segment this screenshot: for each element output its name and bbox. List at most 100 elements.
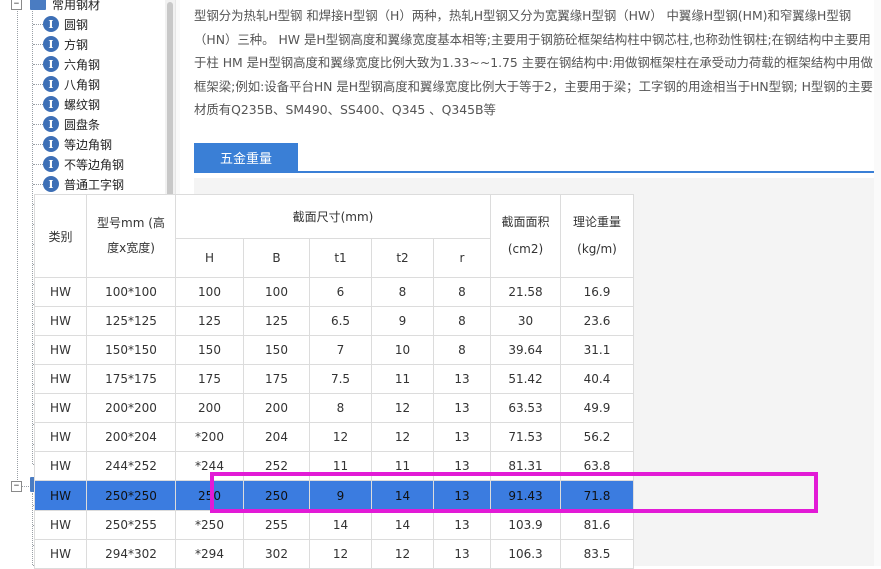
table-cell: 8 (433, 306, 491, 336)
table-cell: *250 (175, 510, 244, 540)
tree-item-label: 不等边角钢 (64, 157, 125, 172)
table-cell: 13 (433, 510, 491, 540)
table-cell: 125 (175, 306, 244, 336)
info-i-icon: I (43, 56, 59, 72)
table-cell: HW (34, 510, 87, 540)
tree-item-1[interactable]: I 方钢 (43, 34, 88, 54)
header-category: 类别 (34, 194, 87, 278)
table-cell: 13 (433, 364, 491, 394)
tree-guide-line (32, 4, 33, 464)
table-cell: 8 (433, 277, 491, 307)
table-cell: 175*175 (86, 364, 176, 394)
table-cell: 21.58 (490, 277, 561, 307)
tree-item-4[interactable]: I 螺纹钢 (43, 94, 100, 114)
tree-item-label: 圆钢 (64, 17, 89, 32)
info-i-icon: I (43, 176, 59, 192)
header-sub-0: H (175, 238, 244, 278)
page-scrollbar[interactable] (874, 0, 881, 566)
intro-paragraph: 型钢分为热轧H型钢 和焊接H型钢（H）两种，热轧H型钢又分为宽翼缘H型钢（HW）… (194, 8, 873, 117)
table-cell: 244*252 (86, 451, 176, 481)
tree-item-8[interactable]: I 普通工字钢 (43, 174, 124, 194)
tree-item-label: 方钢 (64, 37, 89, 52)
table-cell: 7.5 (309, 364, 372, 394)
info-i-icon: I (43, 116, 59, 132)
table-cell: 13 (433, 422, 491, 452)
tree-item-6[interactable]: I 等边角钢 (43, 134, 112, 154)
table-cell: HW (34, 335, 87, 365)
tree-group-common-steel[interactable]: − 常用钢材 (11, 0, 100, 14)
table-cell: 11 (371, 364, 434, 394)
table-cell: 6.5 (309, 306, 372, 336)
collapse-toggle-icon[interactable]: − (11, 480, 22, 492)
table-cell: 175 (175, 364, 244, 394)
tree-item-7[interactable]: I 不等边角钢 (43, 154, 124, 174)
tree-item-0[interactable]: I 圆钢 (43, 14, 88, 34)
table-cell: *200 (175, 422, 244, 452)
tree-group-label: 常用钢材 (52, 0, 101, 12)
header-sub-4: r (433, 238, 491, 278)
table-row[interactable]: HW 200*200 200 200 8 12 13 63.53 49.9 (34, 393, 634, 423)
header-weight: 理论重量 (kg/m) (560, 194, 634, 278)
collapse-toggle-icon[interactable]: − (11, 0, 22, 10)
table-cell: 31.1 (560, 335, 634, 365)
table-cell: 200*200 (86, 393, 176, 423)
table-row[interactable]: HW 200*204 *200 204 12 12 13 71.53 56.2 (34, 422, 634, 452)
table-cell: 30 (490, 306, 561, 336)
tree-item-label: 八角钢 (64, 77, 101, 92)
table-cell: 12 (309, 422, 372, 452)
table-cell: 250*255 (86, 510, 176, 540)
tab-hardware-weight[interactable]: 五金重量 (194, 143, 298, 172)
table-cell: 9 (371, 306, 434, 336)
tree-guide-line (32, 493, 33, 566)
table-cell: 100*100 (86, 277, 176, 307)
table-cell: 14 (371, 510, 434, 540)
info-i-icon: I (43, 96, 59, 112)
table-cell: HW (34, 364, 87, 394)
table-cell: HW (34, 277, 87, 307)
table-cell: 56.2 (560, 422, 634, 452)
table-row[interactable]: HW 250*255 *250 255 14 14 13 103.9 81.6 (34, 510, 634, 540)
table-cell: 39.64 (490, 335, 561, 365)
tree-item-2[interactable]: I 六角钢 (43, 54, 100, 74)
table-cell: 71.53 (490, 422, 561, 452)
tree-item-5[interactable]: I 圆盘条 (43, 114, 100, 134)
info-i-icon: I (43, 76, 59, 92)
table-cell: 250*250 (86, 480, 176, 511)
table-cell: HW (34, 422, 87, 452)
table-cell: 8 (309, 393, 372, 423)
table-cell: 40.4 (560, 364, 634, 394)
table-cell: 175 (243, 364, 310, 394)
table-row[interactable]: HW 175*175 175 175 7.5 11 13 51.42 40.4 (34, 364, 634, 394)
table-cell: 49.9 (560, 393, 634, 423)
table-cell: 81.6 (560, 510, 634, 540)
table-cell: 14 (309, 510, 372, 540)
header-section-size: 截面尺寸(mm) (175, 194, 491, 239)
tree-item-label: 等边角钢 (64, 137, 113, 152)
table-cell: 294*302 (86, 539, 176, 569)
table-cell: HW (34, 480, 87, 511)
info-i-icon: I (43, 136, 59, 152)
table-cell: 7 (309, 335, 372, 365)
table-cell: 302 (243, 539, 310, 569)
info-i-icon: I (43, 16, 59, 32)
tree-item-3[interactable]: I 八角钢 (43, 74, 100, 94)
table-row[interactable]: HW 294*302 *294 302 12 12 13 106.3 83.5 (34, 539, 634, 569)
table-cell: 12 (309, 539, 372, 569)
table-cell: 100 (243, 277, 310, 307)
table-cell: 150 (175, 335, 244, 365)
table-cell: 13 (433, 393, 491, 423)
table-cell: HW (34, 393, 87, 423)
table-row[interactable]: HW 100*100 100 100 6 8 8 21.58 16.9 (34, 277, 634, 307)
table-cell: 16.9 (560, 277, 634, 307)
header-area: 截面面积 (cm2) (490, 194, 561, 278)
header-sub-1: B (243, 238, 310, 278)
table-row[interactable]: HW 125*125 125 125 6.5 9 8 30 23.6 (34, 306, 634, 336)
table-cell: 106.3 (490, 539, 561, 569)
table-cell: 150 (243, 335, 310, 365)
table-cell: 200 (243, 393, 310, 423)
table-cell: 83.5 (560, 539, 634, 569)
header-model: 型号mm (高度x宽度) (86, 194, 176, 278)
table-cell: 13 (433, 539, 491, 569)
tree-item-label: 螺纹钢 (64, 97, 101, 112)
table-row[interactable]: HW 150*150 150 150 7 10 8 39.64 31.1 (34, 335, 634, 365)
